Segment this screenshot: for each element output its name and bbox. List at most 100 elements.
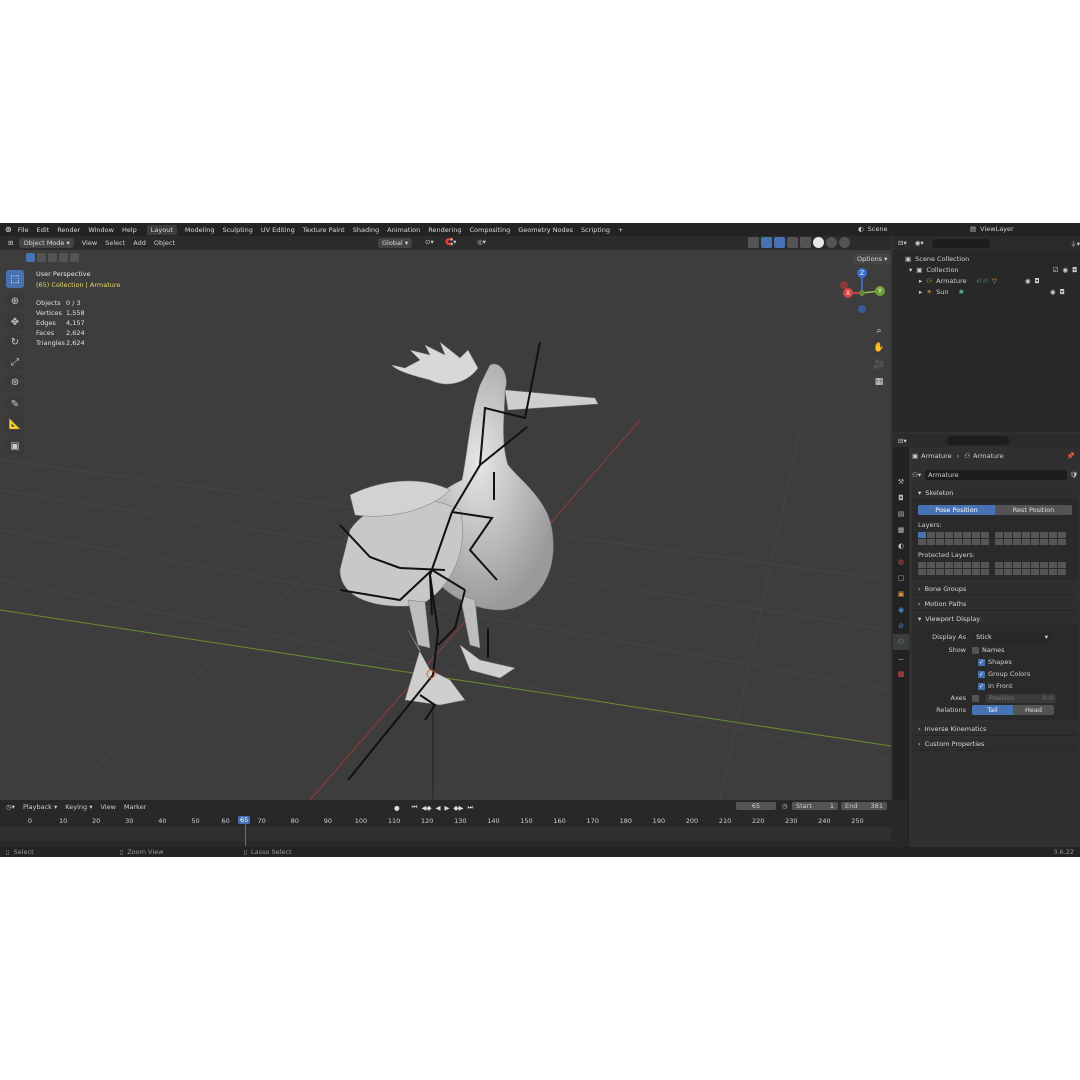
inverse-kinematics-section-header[interactable]: › Inverse Kinematics bbox=[912, 723, 1078, 736]
custom-properties-section-header[interactable]: › Custom Properties bbox=[912, 738, 1078, 751]
properties-search-input[interactable] bbox=[946, 436, 1009, 445]
rendered-shading-icon[interactable] bbox=[839, 237, 850, 248]
tab-sculpting[interactable]: Sculpting bbox=[222, 226, 252, 234]
names-checkbox[interactable] bbox=[972, 646, 979, 654]
tab-modeling[interactable]: Modeling bbox=[185, 226, 215, 234]
view-layer-tab-icon[interactable]: ▦ bbox=[893, 522, 909, 538]
visibility-icon[interactable] bbox=[748, 237, 759, 248]
mode-selector[interactable]: Object Mode ▾ bbox=[19, 238, 74, 248]
tree-item-sun[interactable]: ▸ ☀ Sun ✺ ◉ ◘ bbox=[905, 287, 1080, 298]
eye-icon[interactable]: ◉ bbox=[1025, 276, 1031, 287]
relations-head-button[interactable]: Head bbox=[1013, 705, 1054, 715]
checkbox-icon[interactable]: ☑ bbox=[1053, 265, 1059, 276]
tab-texture-paint[interactable]: Texture Paint bbox=[303, 226, 345, 234]
tree-item-scene-collection[interactable]: ▣ Scene Collection bbox=[905, 254, 1080, 265]
outliner-search-input[interactable] bbox=[931, 238, 991, 248]
3d-viewport[interactable]: ⊞ Object Mode ▾ View Select Add Object G… bbox=[0, 236, 891, 800]
scene-selector[interactable]: ◐ Scene bbox=[858, 225, 888, 233]
properties-editor-icon[interactable]: ⊟▾ bbox=[898, 437, 907, 445]
skeleton-section-header[interactable]: ▾ Skeleton bbox=[912, 487, 1078, 500]
render-tab-icon[interactable]: ◘ bbox=[893, 490, 909, 506]
add-workspace-button[interactable]: + bbox=[618, 226, 623, 234]
relations-tail-button[interactable]: Tail bbox=[972, 705, 1013, 715]
pose-position-button[interactable]: Pose Position bbox=[918, 505, 995, 515]
pin-icon[interactable]: 📌 bbox=[1067, 452, 1075, 460]
tab-shading[interactable]: Shading bbox=[353, 226, 379, 234]
scene-tab-icon[interactable]: ◐ bbox=[893, 538, 909, 554]
add-menu[interactable]: Add bbox=[133, 239, 146, 247]
protected-layer-buttons-right[interactable] bbox=[995, 562, 1066, 575]
tab-scripting[interactable]: Scripting bbox=[581, 226, 610, 234]
armature-data-tab-icon[interactable]: ⚇ bbox=[893, 634, 909, 650]
solid-shading-icon[interactable] bbox=[813, 237, 824, 248]
tab-animation[interactable]: Animation bbox=[387, 226, 420, 234]
menu-render[interactable]: Render bbox=[57, 226, 80, 234]
expand-arrow-icon[interactable]: ▾ bbox=[909, 265, 912, 276]
bone-groups-section-header[interactable]: › Bone Groups bbox=[912, 583, 1078, 596]
layer-buttons-left[interactable] bbox=[918, 532, 989, 545]
tool-tab-icon[interactable]: ⚒ bbox=[893, 474, 909, 490]
texture-tab-icon[interactable]: ▩ bbox=[893, 666, 909, 682]
shapes-checkbox[interactable]: ✓ bbox=[978, 658, 985, 666]
transform-orientation[interactable]: Global ▾ bbox=[378, 238, 413, 248]
filter-icon[interactable]: ⏚▾ bbox=[1070, 238, 1080, 248]
camera-render-icon[interactable]: ◘ bbox=[1060, 287, 1065, 298]
eye-icon[interactable]: ◉ bbox=[1050, 287, 1056, 298]
protected-layer-buttons-left[interactable] bbox=[918, 562, 989, 575]
scene-canvas[interactable] bbox=[0, 250, 891, 800]
tree-item-collection[interactable]: ▾ ▣ Collection ☑ ◉ ◘ bbox=[905, 265, 1080, 276]
bone-tab-icon[interactable]: ⚊ bbox=[893, 650, 909, 666]
camera-render-icon[interactable]: ◘ bbox=[1072, 265, 1077, 276]
frame-ruler[interactable]: 65 0 10 20 30 40 50 60 70 80 90 100 110 120 130 140 150… bbox=[0, 800, 891, 848]
timeline-track[interactable] bbox=[0, 827, 891, 841]
tab-layout[interactable]: Layout bbox=[146, 224, 177, 235]
pivot-icon[interactable]: ⊙▾ bbox=[425, 238, 434, 246]
proportional-edit-icon[interactable]: ◎▾ bbox=[477, 238, 486, 246]
select-menu[interactable]: Select bbox=[105, 239, 125, 247]
view-menu[interactable]: View bbox=[82, 239, 97, 247]
output-tab-icon[interactable]: ▤ bbox=[893, 506, 909, 522]
fake-user-icon[interactable]: 🛡 bbox=[1070, 471, 1078, 479]
display-as-dropdown[interactable]: Stick ▾ bbox=[972, 630, 1052, 644]
blender-logo-icon[interactable]: ⊛ bbox=[5, 225, 12, 234]
tab-compositing[interactable]: Compositing bbox=[469, 226, 510, 234]
wireframe-shading-icon[interactable] bbox=[800, 237, 811, 248]
xray-icon[interactable] bbox=[787, 237, 798, 248]
datablock-name-field[interactable]: Armature bbox=[925, 469, 1067, 480]
constraints-tab-icon[interactable]: ⊘ bbox=[893, 618, 909, 634]
motion-paths-section-header[interactable]: › Motion Paths bbox=[912, 598, 1078, 611]
display-mode-icon[interactable]: ◉▾ bbox=[915, 239, 924, 247]
camera-render-icon[interactable]: ◘ bbox=[1035, 276, 1040, 287]
axes-position-field[interactable]: Position 0.0 bbox=[986, 693, 1056, 703]
axes-checkbox[interactable] bbox=[972, 694, 979, 702]
menu-file[interactable]: File bbox=[18, 226, 29, 234]
group-colors-checkbox[interactable]: ✓ bbox=[978, 670, 985, 678]
menu-window[interactable]: Window bbox=[88, 226, 114, 234]
overlay-toggle-icon[interactable] bbox=[774, 237, 785, 248]
playhead-frame-label[interactable]: 65 bbox=[238, 816, 251, 824]
in-front-checkbox[interactable]: ✓ bbox=[978, 682, 985, 690]
eye-icon[interactable]: ◉ bbox=[1062, 265, 1068, 276]
armature-data-icon[interactable]: ⚇▾ bbox=[912, 471, 921, 479]
gizmo-toggle-icon[interactable] bbox=[761, 237, 772, 248]
editor-type-icon[interactable]: ⊞ bbox=[8, 239, 13, 247]
view-layer-selector[interactable]: ▤ ViewLayer bbox=[970, 225, 1014, 233]
outliner-editor-icon[interactable]: ⊟▾ bbox=[898, 239, 907, 247]
object-menu[interactable]: Object bbox=[154, 239, 175, 247]
object-tab-icon[interactable]: ▣ bbox=[893, 586, 909, 602]
rest-position-button[interactable]: Rest Position bbox=[995, 505, 1072, 515]
menu-help[interactable]: Help bbox=[122, 226, 137, 234]
layer-buttons-right[interactable] bbox=[995, 532, 1066, 545]
expand-arrow-icon[interactable]: ▸ bbox=[919, 287, 922, 298]
world-tab-icon[interactable]: ◍ bbox=[893, 554, 909, 570]
collection-tab-icon[interactable]: ▢ bbox=[893, 570, 909, 586]
menu-edit[interactable]: Edit bbox=[37, 226, 50, 234]
expand-arrow-icon[interactable]: ▸ bbox=[919, 276, 922, 287]
tab-geometry-nodes[interactable]: Geometry Nodes bbox=[518, 226, 573, 234]
tab-rendering[interactable]: Rendering bbox=[428, 226, 461, 234]
physics-tab-icon[interactable]: ◉ bbox=[893, 602, 909, 618]
viewport-display-section-header[interactable]: ▾ Viewport Display bbox=[912, 613, 1078, 626]
snap-icon[interactable]: 🧲▾ bbox=[445, 238, 456, 246]
material-shading-icon[interactable] bbox=[826, 237, 837, 248]
tab-uv-editing[interactable]: UV Editing bbox=[261, 226, 295, 234]
